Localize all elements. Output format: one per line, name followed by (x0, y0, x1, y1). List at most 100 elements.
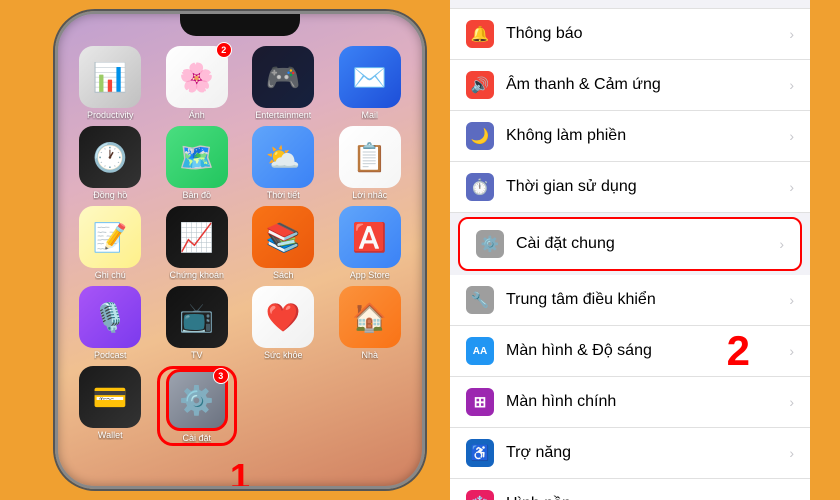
app-icon-health[interactable]: ❤️ Sức khỏe (243, 286, 324, 360)
settings-label-homescreen: Màn hình chính (506, 393, 789, 411)
chevron-icon-accessibility: › (789, 445, 794, 461)
badge-settings: 3 (213, 368, 229, 384)
chevron-icon-controlcenter: › (789, 292, 794, 308)
settings-list: 🔔Thông báo›🔊Âm thanh & Cảm ứng›🌙Không là… (450, 0, 810, 500)
settings-item-notifications[interactable]: 🔔 Thông báo› (450, 8, 810, 60)
settings-item-homescreen[interactable]: ⊞ Màn hình chính› (450, 377, 810, 428)
app-icon-notes[interactable]: 📝Ghi chú (70, 206, 151, 280)
chevron-icon-notifications: › (789, 26, 794, 42)
right-border (810, 0, 840, 500)
settings-item-controlcenter[interactable]: 🔧 Trung tâm điều khiển› (450, 275, 810, 326)
settings-label-sound: Âm thanh & Cảm ứng (506, 76, 789, 94)
settings-section: 🔔Thông báo›🔊Âm thanh & Cảm ứng›🌙Không là… (450, 0, 810, 500)
phone-number-label: 1 (66, 452, 414, 489)
app-icon-stocks[interactable]: 📈 Chứng khoán (157, 206, 238, 280)
app-label-stocks: Chứng khoán (169, 270, 224, 280)
app-grid: 📊Productivity2🌸Ảnh🎮Entertainment✉️Mail🕐Đ… (66, 42, 414, 450)
app-icon-maps[interactable]: 🗺️ Bản đồ (157, 126, 238, 200)
icon-health: ❤️ (266, 301, 301, 334)
icon-entertainment: 🎮 (266, 61, 301, 94)
settings-icon-screentime: ⏱️ (466, 173, 494, 201)
app-label-maps: Bản đồ (182, 190, 211, 200)
icon-clock: 🕐 (93, 141, 128, 174)
icon-reminders: 📋 (352, 141, 387, 174)
chevron-icon-wallpaper: › (789, 496, 794, 500)
icon-tv: 📺 (179, 301, 214, 334)
app-label-notes: Ghi chú (95, 270, 126, 280)
settings-label-controlcenter: Trung tâm điều khiển (506, 291, 789, 309)
settings-item-screentime[interactable]: ⏱️Thời gian sử dụng› (450, 162, 810, 213)
settings-label-wallpaper: Hình nền (506, 495, 789, 500)
app-label-mail: Mail (361, 110, 378, 120)
settings-item-wallpaper[interactable]: ❄️ Hình nền› (450, 479, 810, 500)
chevron-icon-display: › (789, 343, 794, 359)
app-icon-podcast[interactable]: 🎙️ Podcast (70, 286, 151, 360)
app-label-home: Nhà (361, 350, 378, 360)
app-icon-mail[interactable]: ✉️ Mail (330, 46, 411, 120)
app-icon-weather[interactable]: ⛅ Thời tiết (243, 126, 324, 200)
app-label-books: Sách (273, 270, 294, 280)
icon-home: 🏠 (352, 301, 387, 334)
app-label-podcast: Podcast (94, 350, 127, 360)
app-icon-entertainment[interactable]: 🎮 Entertainment (243, 46, 324, 120)
settings-icon-wallpaper: ❄️ (466, 490, 494, 500)
app-icon-tv[interactable]: 📺 TV (157, 286, 238, 360)
settings-icon-sound: 🔊 (466, 71, 494, 99)
settings-icon-display: AA (466, 337, 494, 365)
settings-label-donotdisturb: Không làm phiền (506, 127, 789, 145)
app-label-tv: TV (191, 350, 203, 360)
settings-icon-donotdisturb: 🌙 (466, 122, 494, 150)
app-icon-books[interactable]: 📚 Sách (243, 206, 324, 280)
app-label-clock: Đồng hồ (93, 190, 127, 200)
settings-item-accessibility[interactable]: ♿ Trợ năng› (450, 428, 810, 479)
settings-label-notifications: Thông báo (506, 25, 789, 43)
settings-icon-accessibility: ♿ (466, 439, 494, 467)
app-icon-appstore[interactable]: 🅰️ App Store (330, 206, 411, 280)
icon-maps: 🗺️ (179, 141, 214, 174)
app-icon-clock[interactable]: 🕐 Đồng hồ (70, 126, 151, 200)
settings-icon-controlcenter: 🔧 (466, 286, 494, 314)
chevron-icon-donotdisturb: › (789, 128, 794, 144)
settings-label-general: Cài đặt chung (516, 235, 779, 253)
app-icon-productivity[interactable]: 📊 Productivity (70, 46, 151, 120)
settings-label-accessibility: Trợ năng (506, 444, 789, 462)
chevron-icon-sound: › (789, 77, 794, 93)
left-border (0, 0, 30, 500)
phone-notch (180, 14, 300, 36)
settings-item-display[interactable]: AAMàn hình & Độ sáng2› (450, 326, 810, 377)
app-label-appstore: App Store (350, 270, 390, 280)
phone-screen: 📊Productivity2🌸Ảnh🎮Entertainment✉️Mail🕐Đ… (58, 14, 422, 486)
app-icon-home[interactable]: 🏠 Nhà (330, 286, 411, 360)
app-label-entertainment: Entertainment (255, 110, 311, 120)
icon-stocks: 📈 (179, 221, 214, 254)
icon-appstore: 🅰️ (352, 221, 387, 254)
settings-item-sound[interactable]: 🔊 Âm thanh & Cảm ứng› (450, 60, 810, 111)
app-label-reminders: Lời nhắc (352, 190, 387, 200)
app-label-weather: Thời tiết (267, 190, 300, 200)
settings-item-donotdisturb[interactable]: 🌙 Không làm phiền› (450, 111, 810, 162)
icon-wallet: 💳 (93, 381, 128, 414)
icon-podcast: 🎙️ (93, 301, 128, 334)
icon-weather: ⛅ (266, 141, 301, 174)
settings-number-label: 2 (727, 327, 750, 375)
app-label-settings: Cài đặt (182, 433, 211, 443)
settings-item-general[interactable]: ⚙️Cài đặt chung› (458, 217, 802, 271)
settings-icon-homescreen: ⊞ (466, 388, 494, 416)
app-icon-settings[interactable]: 3⚙️ Cài đặt (157, 366, 238, 446)
app-icon-photos[interactable]: 2🌸Ảnh (157, 46, 238, 120)
chevron-icon-general: › (779, 236, 784, 252)
icon-photos: 🌸 (179, 61, 214, 94)
settings-label-screentime: Thời gian sử dụng (506, 178, 789, 196)
icon-books: 📚 (266, 221, 301, 254)
settings-icon-notifications: 🔔 (466, 20, 494, 48)
app-label-wallet: Wallet (98, 430, 123, 440)
icon-mail: ✉️ (352, 61, 387, 94)
chevron-icon-homescreen: › (789, 394, 794, 410)
icon-settings: ⚙️ (179, 384, 214, 417)
app-label-productivity: Productivity (87, 110, 134, 120)
icon-productivity: 📊 (93, 61, 128, 94)
app-icon-wallet[interactable]: 💳 Wallet (70, 366, 151, 446)
app-label-photos: Ảnh (189, 110, 205, 120)
app-label-health: Sức khỏe (264, 350, 303, 360)
app-icon-reminders[interactable]: 📋 Lời nhắc (330, 126, 411, 200)
